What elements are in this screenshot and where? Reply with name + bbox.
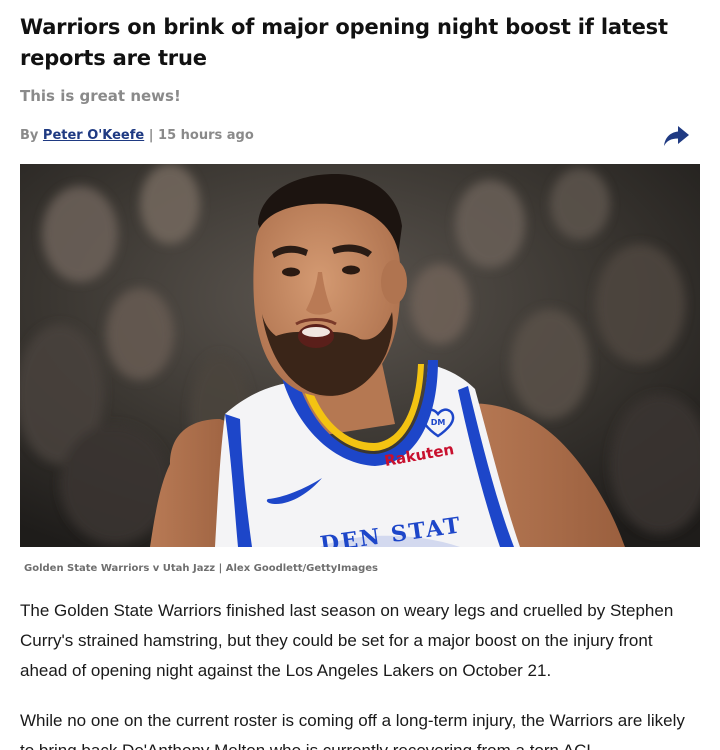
article-headline: Warriors on brink of major opening night…: [20, 15, 668, 70]
byline-separator: |: [144, 128, 159, 143]
author-link[interactable]: Peter O'Keefe: [43, 128, 144, 143]
byline-prefix: By: [20, 128, 43, 143]
share-arrow-icon-graphic: [664, 126, 689, 146]
article-paragraph-1: The Golden State Warriors finished last …: [20, 601, 674, 680]
share-arrow-icon[interactable]: [662, 124, 690, 148]
byline: By Peter O'Keefe | 15 hours ago: [20, 126, 254, 146]
hero-photo: DM Rakuten DEN STAT: [20, 164, 700, 547]
image-caption: Golden State Warriors v Utah Jazz | Alex…: [24, 563, 379, 574]
jersey-badge-text: DM: [431, 418, 446, 427]
hero-image: DM Rakuten DEN STAT: [20, 164, 700, 547]
article-subheadline: This is great news!: [20, 87, 181, 105]
publish-timestamp: 15 hours ago: [158, 128, 254, 143]
article-page: Warriors on brink of major opening night…: [0, 0, 720, 750]
article-paragraph-2: While no one on the current roster is co…: [20, 711, 685, 750]
